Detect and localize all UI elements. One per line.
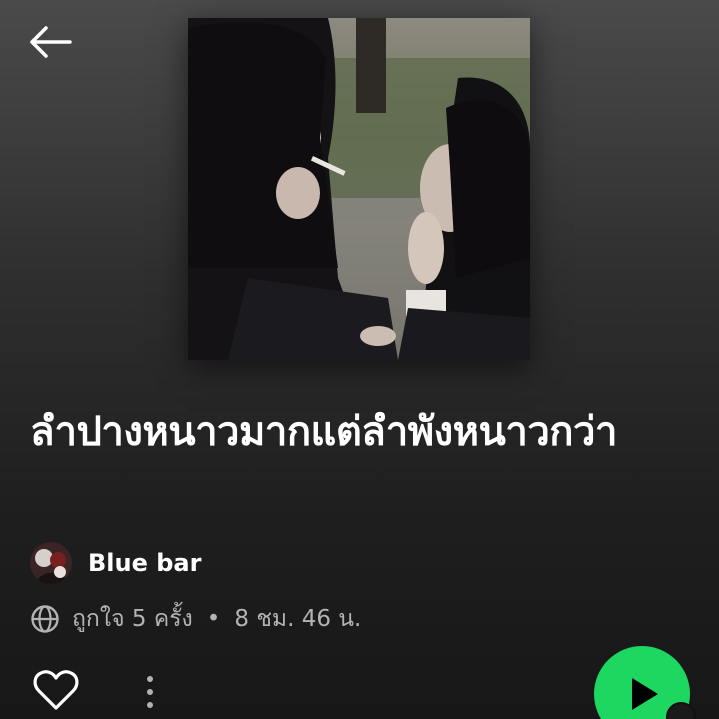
like-button[interactable] (32, 668, 80, 714)
owner-name: Blue bar (88, 549, 202, 577)
owner-link[interactable]: Blue bar (30, 542, 201, 584)
globe-icon (31, 605, 59, 633)
more-options-button[interactable] (136, 668, 164, 716)
playlist-screen: ลำปางหนาวมากแต่ลำพังหนาวกว่า Blue bar ถู… (0, 0, 719, 719)
back-button[interactable] (24, 20, 76, 64)
meta-separator: • (206, 606, 221, 632)
playlist-duration: 8 ชม. 46 น. (234, 606, 362, 632)
play-icon (632, 678, 658, 710)
arrow-left-icon (30, 26, 72, 58)
heart-outline-icon (33, 670, 79, 710)
likes-count: ถูกใจ 5 ครั้ง (72, 606, 193, 632)
playlist-title: ลำปางหนาวมากแต่ลำพังหนาวกว่า (30, 409, 617, 455)
playlist-cover-image (188, 18, 530, 360)
shuffle-badge (666, 702, 696, 719)
playlist-meta: ถูกใจ 5 ครั้ง • 8 ชม. 46 น. (30, 602, 361, 636)
more-vertical-icon (147, 676, 153, 682)
owner-avatar (30, 542, 72, 584)
